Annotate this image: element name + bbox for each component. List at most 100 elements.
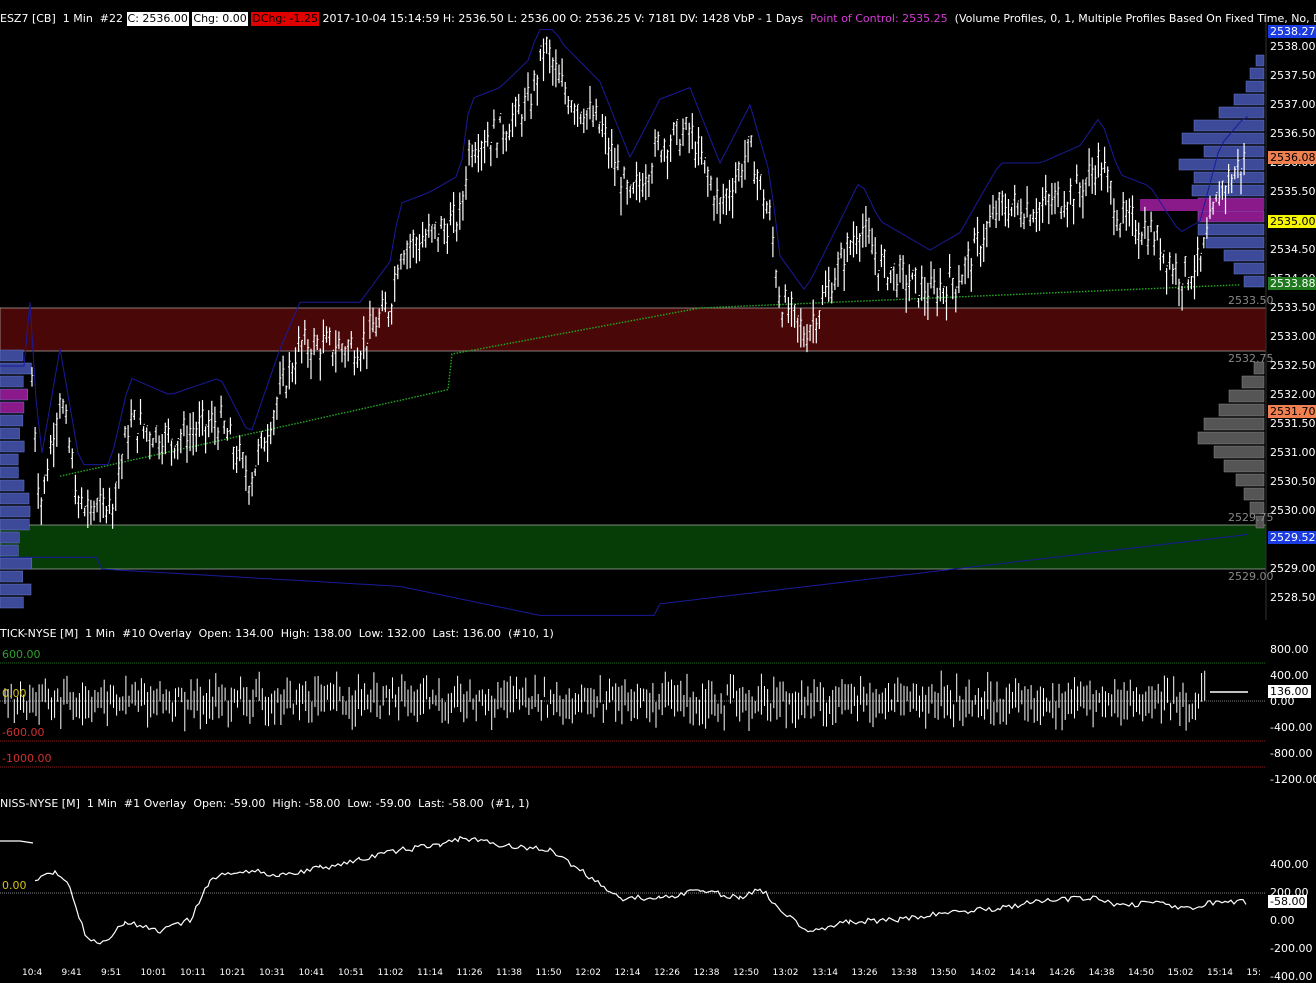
main-axis-label: 2536.50 [1270,127,1316,140]
time-axis-label: 10:11 [180,968,206,978]
tick-minus600-label: -600.00 [2,726,45,739]
time-axis-label: 13:02 [772,968,799,978]
upper-band-line [0,29,1249,466]
niss-interval: 1 Min [86,797,117,810]
time-axis-label: 14:02 [970,968,996,978]
time-axis-label: 12:50 [733,968,759,978]
study-label: (Volume Profiles, 0, 1, Multiple Profile… [954,12,1316,25]
tick-symbol: TICK-NYSE [M] [0,627,79,640]
main-chart-header: ESZ7 [CB] 1 Min #22 C: 2536.00 Chg: 0.00… [0,12,1316,26]
niss-zero-label: 0.00 [2,879,27,892]
main-axis-label: 2530.50 [1270,475,1316,488]
tick-axis-label: -1200.00 [1270,773,1316,786]
tick-plus600-label: 600.00 [2,648,41,661]
main-axis-label: 2533.00 [1270,330,1316,343]
last-price-tag: 2536.08 [1268,151,1316,164]
time-axis-label: 10:21 [219,968,246,978]
main-axis-label: 2529.00 [1270,562,1316,575]
support-top-label: 2529.75 [1228,511,1274,524]
resistance-top-label: 2533.50 [1228,294,1274,307]
tick-high: High: 138.00 [280,627,352,640]
niss-high: High: -58.00 [272,797,341,810]
poc-label: Point of Control: 2535.25 [810,12,948,25]
high-value: H: 2536.50 [442,12,504,25]
tick-open: Open: 134.00 [198,627,274,640]
main-axis-label: 2537.00 [1270,98,1316,111]
time-axis-label: 15: [1246,968,1261,978]
time-axis-label: 9:41 [61,968,82,978]
tick-low: Low: 132.00 [358,627,426,640]
time-axis-label: 10:41 [298,968,325,978]
vbp-label: VbP - 1 Days [733,12,804,25]
daily-change-value: DChg: -1.25 [251,12,320,26]
time-axis-label: 11:38 [496,968,522,978]
volume-value: V: 7181 [634,12,677,25]
main-axis-label: 2532.50 [1270,359,1316,372]
time-axis-label: 13:38 [891,968,917,978]
niss-symbol: NISS-NYSE [M] [0,797,80,810]
time-axis-label: 11:50 [535,968,562,978]
tick-axis-label: -400.00 [1270,721,1313,734]
main-axis-label: 2532.00 [1270,388,1316,401]
niss-line [34,835,1247,945]
time-axis-label: 12:14 [614,968,641,978]
niss-line-start [0,840,34,844]
orange-price-tag: 2531.70 [1268,405,1316,418]
main-axis-label: 2538.00 [1270,40,1316,53]
time-axis-label: 12:02 [575,968,601,978]
time-axis-label: 12:26 [654,968,680,978]
time-axis-label: 11:14 [417,968,443,978]
tick-zero-label: 0.00 [2,687,27,700]
tick-last-tag: 136.00 [1268,685,1311,698]
main-axis-label: 2531.50 [1270,417,1316,430]
main-axis-label: 2533.50 [1270,301,1316,314]
tick-interval: 1 Min [85,627,116,640]
main-axis-label: 2535.50 [1270,185,1316,198]
tick-minus1000-label: -1000.00 [2,752,52,765]
price-chart[interactable] [0,0,1316,978]
tick-chart-header: TICK-NYSE [M] 1 Min #10 Overlay Open: 13… [0,627,554,641]
top-band-tag: 2538.27 [1268,25,1316,38]
niss-last: Last: -58.00 [418,797,484,810]
time-axis-label: 13:14 [812,968,838,978]
niss-axis-label: -200.00 [1270,942,1313,955]
low-value: L: 2536.00 [507,12,567,25]
time-axis-label: 13:26 [851,968,878,978]
tick-overlay: #10 Overlay [122,627,192,640]
tick-axis-label: -800.00 [1270,747,1313,760]
tick-axis-label: 400.00 [1270,669,1309,682]
resistance-bottom-label: 2532.75 [1228,352,1274,365]
dv-value: DV: 1428 [679,12,730,25]
interval-label: 1 Min [62,12,93,25]
time-axis-label: 15:02 [1167,968,1194,978]
close-value: C: 2536.00 [126,12,189,26]
niss-axis-label: 400.00 [1270,858,1309,871]
time-axis-label: 14:38 [1088,968,1115,978]
support-zone [0,524,1267,570]
main-axis-label: 2530.00 [1270,504,1316,517]
time-axis-label: 13:50 [930,968,957,978]
niss-chart-header: NISS-NYSE [M] 1 Min #1 Overlay Open: -59… [0,797,529,811]
niss-last-tag: -58.00 [1268,895,1308,908]
niss-overlay: #1 Overlay [123,797,187,810]
open-value: O: 2536.25 [569,12,631,25]
niss-low: Low: -59.00 [347,797,412,810]
main-axis-label: 2537.50 [1270,69,1316,82]
time-axis-label: 10:4 [22,968,43,978]
vwap-price-tag: 2533.88 [1268,277,1316,290]
time-axis-label: 15:14 [1207,968,1233,978]
time-axis[interactable]: 10:4 9:41 9:51 10:01 10:11 10:21 10:31 10:41 10:… [0,968,1316,978]
time-axis-label: 14:14 [1009,968,1036,978]
main-axis-label: 2528.50 [1270,591,1316,604]
symbol-label: ESZ7 [CB] [0,12,56,25]
time-axis-label: 10:01 [140,968,167,978]
change-value: Chg: 0.00 [192,12,248,26]
time-axis-label: 11:26 [456,968,483,978]
time-axis-label: 9:51 [101,968,122,978]
support-bottom-label: 2529.00 [1228,570,1274,583]
gray-volume-profile [1197,361,1265,529]
tick-last: Last: 136.00 [432,627,502,640]
index-label: #22 [99,12,124,25]
niss-open: Open: -59.00 [193,797,266,810]
time-axis-label: 11:02 [377,968,404,978]
